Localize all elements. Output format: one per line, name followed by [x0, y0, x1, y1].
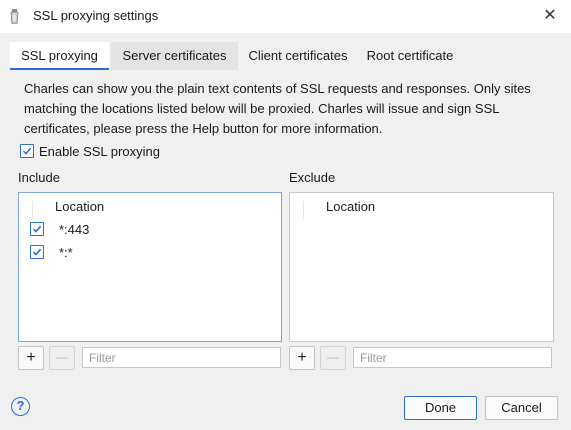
cancel-button[interactable]: Cancel — [485, 396, 558, 420]
done-button[interactable]: Done — [404, 396, 477, 420]
charles-jar-icon — [10, 9, 19, 24]
exclude-add-button[interactable]: + — [289, 346, 315, 370]
exclude-filter-input[interactable] — [353, 347, 552, 368]
check-icon — [32, 225, 42, 233]
description-text: Charles can show you the plain text cont… — [24, 81, 531, 136]
window-title: SSL proxying settings — [33, 8, 159, 23]
tab-ssl-proxying[interactable]: SSL proxying — [10, 42, 109, 70]
include-add-button[interactable]: + — [18, 346, 44, 370]
exclude-location-header[interactable]: Location — [326, 199, 375, 214]
close-icon[interactable]: ✕ — [539, 5, 561, 27]
column-separator — [32, 201, 33, 219]
tab-root-certificate[interactable]: Root certificate — [359, 42, 461, 70]
include-list[interactable]: Location *:443 *:* — [18, 192, 282, 342]
include-remove-button[interactable]: — — [49, 346, 75, 370]
tab-client-certificates[interactable]: Client certificates — [240, 42, 356, 70]
exclude-remove-button[interactable]: — — [320, 346, 346, 370]
title-bar: SSL proxying settings ✕ — [0, 0, 571, 33]
column-separator — [303, 201, 304, 219]
include-filter-input[interactable] — [82, 347, 281, 368]
help-icon[interactable]: ? — [11, 397, 30, 416]
enable-ssl-checkbox[interactable] — [20, 144, 34, 158]
exclude-label: Exclude — [289, 170, 336, 185]
check-icon — [32, 248, 42, 256]
enable-ssl-label[interactable]: Enable SSL proxying — [39, 144, 160, 159]
include-row-checkbox[interactable] — [30, 245, 44, 259]
tab-server-certificates[interactable]: Server certificates — [111, 42, 238, 70]
include-label: Include — [18, 170, 60, 185]
include-row-location[interactable]: *:* — [59, 245, 73, 260]
exclude-list[interactable]: Location — [289, 192, 554, 342]
include-location-header[interactable]: Location — [55, 199, 104, 214]
check-icon — [22, 147, 32, 155]
include-row-checkbox[interactable] — [30, 222, 44, 236]
include-row-location[interactable]: *:443 — [59, 222, 89, 237]
